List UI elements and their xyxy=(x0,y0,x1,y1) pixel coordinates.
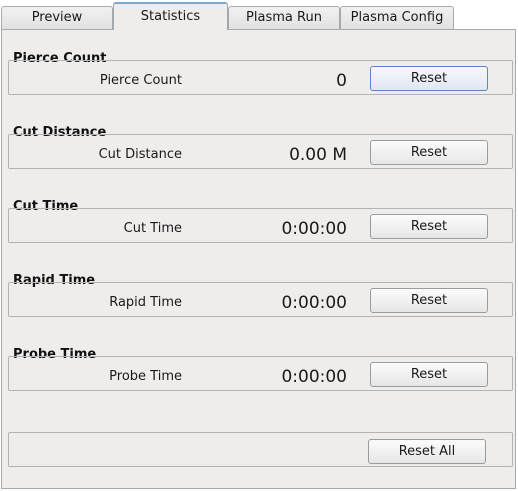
rapid-time-group: Rapid Time Rapid Time 0:00:00 Reset xyxy=(8,273,513,339)
cut-distance-reset-button[interactable]: Reset xyxy=(370,140,488,165)
tab-statistics[interactable]: Statistics xyxy=(113,2,228,30)
probe-time-group: Probe Time Probe Time 0:00:00 Reset xyxy=(8,347,513,413)
pierce-count-group: Pierce Count Pierce Count 0 Reset xyxy=(8,51,513,117)
cut-distance-value: 0.00 M xyxy=(289,145,347,165)
probe-time-value: 0:00:00 xyxy=(281,367,347,387)
group-frame: Cut Distance 0.00 M Reset xyxy=(8,134,513,169)
tab-plasma-config[interactable]: Plasma Config xyxy=(340,6,454,29)
group-frame: Cut Time 0:00:00 Reset xyxy=(8,208,513,243)
probe-time-label: Probe Time xyxy=(109,369,182,384)
cut-time-group: Cut Time Cut Time 0:00:00 Reset xyxy=(8,199,513,265)
pierce-count-value: 0 xyxy=(336,71,347,91)
cut-time-reset-button[interactable]: Reset xyxy=(370,214,488,239)
pierce-count-label: Pierce Count xyxy=(99,73,182,88)
reset-all-button[interactable]: Reset All xyxy=(368,439,486,464)
rapid-time-reset-button[interactable]: Reset xyxy=(370,288,488,313)
cut-distance-group: Cut Distance Cut Distance 0.00 M Reset xyxy=(8,125,513,191)
probe-time-reset-button[interactable]: Reset xyxy=(370,362,488,387)
cut-time-value: 0:00:00 xyxy=(281,219,347,239)
cut-distance-label: Cut Distance xyxy=(98,147,182,162)
group-frame: Probe Time 0:00:00 Reset xyxy=(8,356,513,391)
cut-time-label: Cut Time xyxy=(123,221,182,236)
rapid-time-label: Rapid Time xyxy=(109,295,182,310)
tab-bar: Preview Statistics Plasma Run Plasma Con… xyxy=(0,0,518,30)
rapid-time-value: 0:00:00 xyxy=(281,293,347,313)
group-frame: Pierce Count 0 Reset xyxy=(8,60,513,95)
tab-preview[interactable]: Preview xyxy=(1,6,113,29)
group-frame: Rapid Time 0:00:00 Reset xyxy=(8,282,513,317)
statistics-panel: Pierce Count Pierce Count 0 Reset Cut Di… xyxy=(1,29,516,489)
pierce-count-reset-button[interactable]: Reset xyxy=(370,66,488,91)
reset-all-frame: Reset All xyxy=(8,432,513,467)
tab-plasma-run[interactable]: Plasma Run xyxy=(228,6,340,29)
